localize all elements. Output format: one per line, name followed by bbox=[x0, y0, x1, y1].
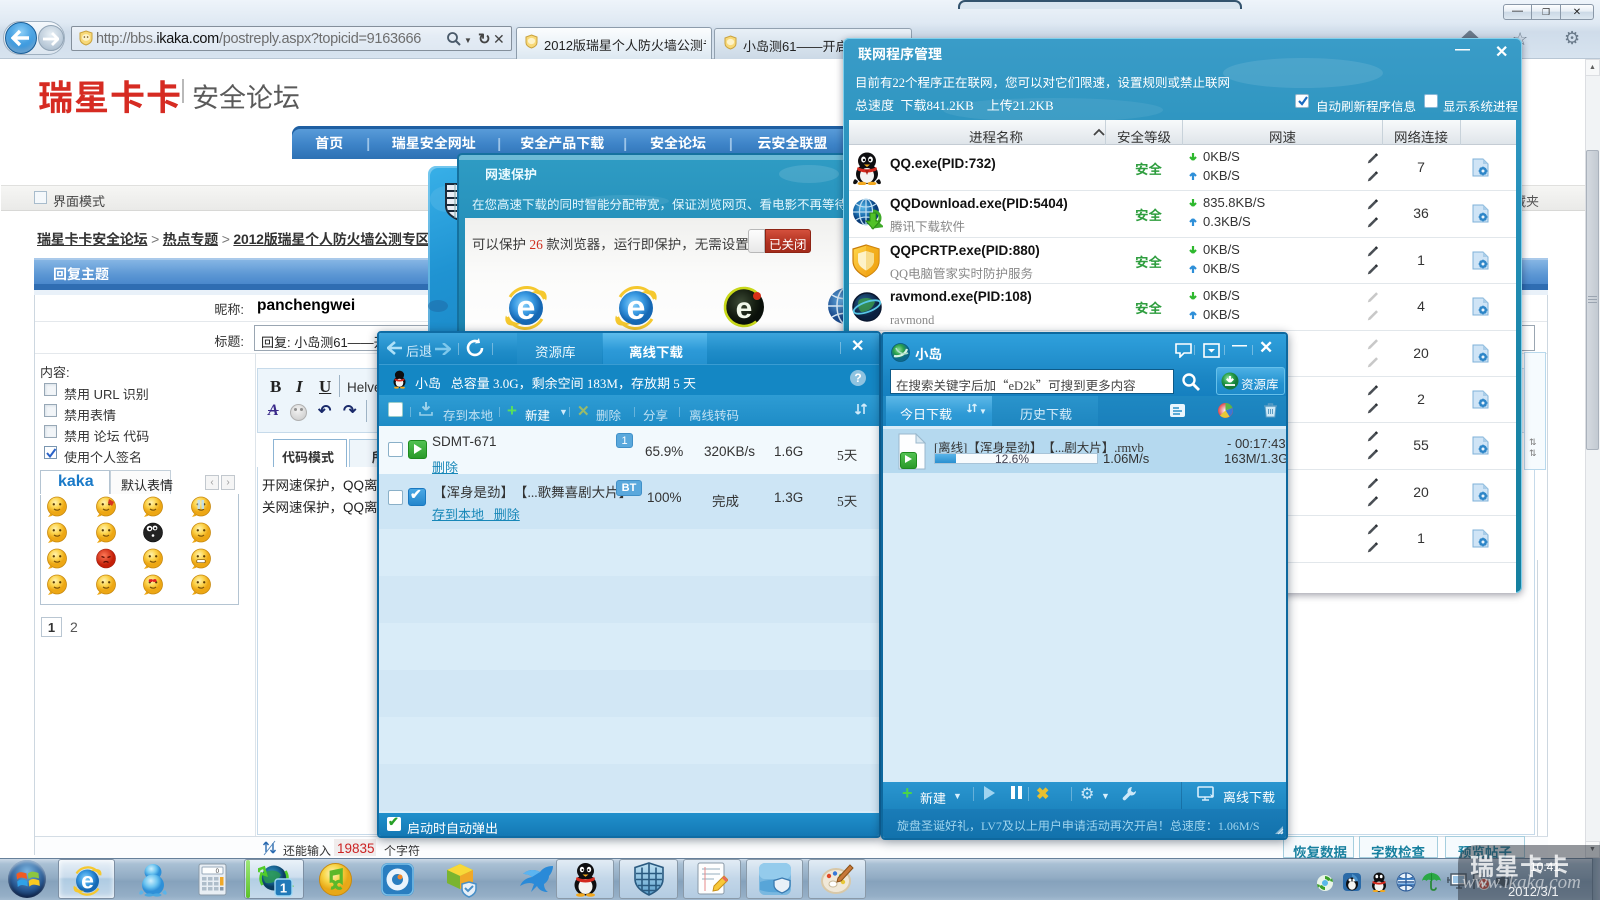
svg-text:e: e bbox=[517, 289, 536, 327]
svg-text:1: 1 bbox=[280, 881, 287, 896]
svg-text:e: e bbox=[81, 868, 94, 894]
svg-text:e: e bbox=[627, 289, 646, 327]
svg-text:e: e bbox=[736, 292, 753, 325]
